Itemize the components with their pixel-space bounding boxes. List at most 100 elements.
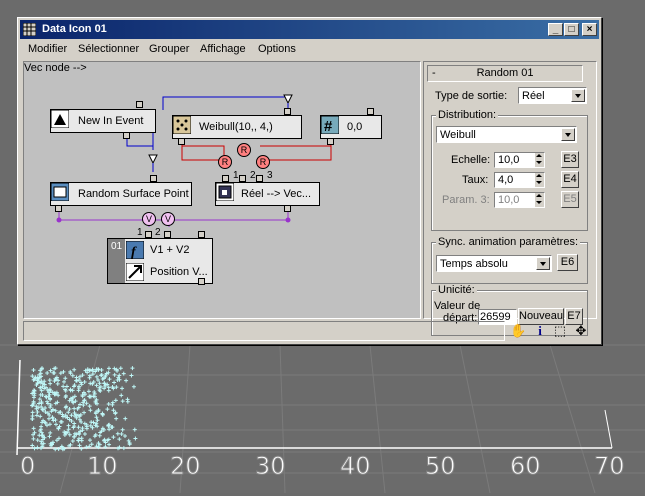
- window-title: Data Icon 01: [42, 23, 107, 35]
- menu-options[interactable]: Options: [258, 43, 296, 55]
- node-weibull[interactable]: Weibull(10,, 4,): [172, 115, 302, 139]
- axis-tick-label: 40: [340, 452, 372, 481]
- spinner-arrows-icon[interactable]: [535, 173, 544, 187]
- distribution-dropdown[interactable]: Weibull: [436, 126, 577, 143]
- axis-tick-label: 50: [425, 452, 457, 481]
- menu-modifier[interactable]: Modifier: [28, 43, 67, 55]
- pan-hand-icon[interactable]: ✋: [510, 323, 526, 339]
- node-label: 0,0: [347, 121, 363, 133]
- node-constant[interactable]: # 0,0: [320, 115, 382, 139]
- node-label: New In Event: [78, 115, 144, 127]
- node-label: Random Surface Point: [78, 188, 189, 200]
- random-port-3[interactable]: R: [256, 155, 270, 169]
- node-reel-to-vec[interactable]: Réel --> Vec...: [215, 182, 320, 206]
- spinner-arrows-icon: [535, 193, 544, 207]
- node-port[interactable]: [239, 175, 246, 182]
- random-port-1[interactable]: R: [218, 155, 232, 169]
- node-port[interactable]: [222, 175, 229, 182]
- axis-tick-label: 30: [255, 452, 287, 481]
- port-number: 2: [250, 170, 256, 181]
- chevron-down-icon: [561, 128, 575, 141]
- node-port[interactable]: [136, 101, 143, 108]
- dropdown-value: Weibull: [440, 129, 476, 141]
- parameter-panel: - Random 01 Type de sortie: Réel Distrib…: [423, 61, 597, 336]
- sync-dropdown[interactable]: Temps absolu: [436, 255, 552, 272]
- axis-tick-label: 70: [594, 452, 626, 481]
- close-button[interactable]: ×: [582, 23, 597, 36]
- node-port[interactable]: [198, 231, 205, 238]
- node-port[interactable]: [198, 278, 205, 285]
- node-random-surface-point[interactable]: Random Surface Point: [50, 182, 192, 206]
- event-icon: [51, 110, 69, 128]
- maximize-button[interactable]: □: [564, 23, 579, 36]
- node-port[interactable]: [164, 231, 171, 238]
- status-bar: [23, 321, 505, 341]
- collapse-icon: -: [432, 67, 436, 79]
- menu-selectionner[interactable]: Sélectionner: [78, 43, 139, 55]
- node-port[interactable]: [55, 205, 62, 212]
- spinner-value: 10,0: [498, 194, 520, 206]
- minimize-button[interactable]: _: [548, 23, 563, 36]
- move-cross-icon[interactable]: ✥: [573, 323, 589, 339]
- title-bar[interactable]: Data Icon 01 _ □ ×: [20, 20, 599, 39]
- param3-spinner: 10,0: [494, 192, 545, 208]
- node-port[interactable]: [150, 175, 157, 182]
- e4-button[interactable]: E4: [561, 171, 579, 188]
- port-number: 3: [267, 170, 273, 181]
- axis-tick-label: 0: [19, 452, 36, 481]
- value-port-2[interactable]: V: [161, 212, 175, 226]
- info-icon[interactable]: i: [532, 323, 548, 339]
- axis-tick-label: 20: [170, 452, 202, 481]
- port-number: 1: [137, 227, 143, 238]
- rollout-title: Random 01: [476, 67, 534, 79]
- spinner-value: 4,0: [498, 174, 514, 186]
- position-icon: [126, 263, 144, 281]
- type-sortie-dropdown[interactable]: Réel: [518, 87, 587, 104]
- node-port[interactable]: [145, 231, 152, 238]
- node-port[interactable]: [178, 138, 185, 145]
- node-graph-canvas[interactable]: R R R V V New In Event Weibull(10,, 4,): [23, 61, 421, 319]
- echelle-label: Echelle:: [451, 154, 491, 166]
- port-number: 1: [233, 170, 239, 181]
- node-port[interactable]: [123, 132, 130, 139]
- distribution-label: Distribution:: [436, 109, 499, 121]
- function-icon: f: [126, 241, 144, 259]
- region-select-icon[interactable]: ⬚: [552, 323, 568, 339]
- e3-button[interactable]: E3: [561, 151, 579, 168]
- menu-affichage[interactable]: Affichage: [200, 43, 246, 55]
- surface-icon: [51, 183, 69, 201]
- svg-text:#: #: [324, 118, 333, 134]
- node-label: Position V...: [150, 266, 208, 278]
- spinner-value: 10,0: [498, 154, 520, 166]
- menu-grouper[interactable]: Grouper: [149, 43, 189, 55]
- axis-tick-label: 60: [510, 452, 542, 481]
- sync-label: Sync. animation paramètres:: [436, 236, 581, 248]
- dropdown-value: Temps absolu: [440, 258, 508, 270]
- node-v1v2[interactable]: f V1 + V2: [125, 239, 212, 262]
- rollout-header[interactable]: - Random 01: [427, 65, 583, 82]
- node-port[interactable]: [284, 108, 291, 115]
- dropdown-value: Réel: [522, 90, 545, 102]
- e6-button[interactable]: E6: [557, 254, 578, 271]
- spinner-arrows-icon[interactable]: [535, 153, 544, 167]
- node-port[interactable]: [284, 205, 291, 212]
- chevron-down-icon: [571, 89, 585, 102]
- axis-tick-label: 10: [87, 452, 119, 481]
- node-label: V1 + V2: [150, 244, 190, 256]
- random-port-2[interactable]: R: [237, 143, 251, 157]
- e5-button: E5: [561, 191, 579, 208]
- value-port-1[interactable]: V: [142, 212, 156, 226]
- node-new-in-event[interactable]: New In Event: [50, 109, 156, 133]
- data-icon-window: Data Icon 01 _ □ × Modifier Sélectionner…: [17, 17, 602, 345]
- node-port[interactable]: [327, 138, 334, 145]
- grid-icon: [23, 23, 36, 36]
- taux-label: Taux:: [462, 174, 489, 186]
- unicite-label: Unicité:: [436, 284, 477, 296]
- node-label: Réel --> Vec...: [241, 188, 312, 200]
- node-port[interactable]: [367, 108, 374, 115]
- node-port[interactable]: [256, 175, 263, 182]
- menu-bar: Modifier Sélectionner Grouper Affichage …: [20, 40, 599, 58]
- convert-icon: [216, 183, 234, 201]
- echelle-spinner[interactable]: 10,0: [494, 152, 545, 168]
- taux-spinner[interactable]: 4,0: [494, 172, 545, 188]
